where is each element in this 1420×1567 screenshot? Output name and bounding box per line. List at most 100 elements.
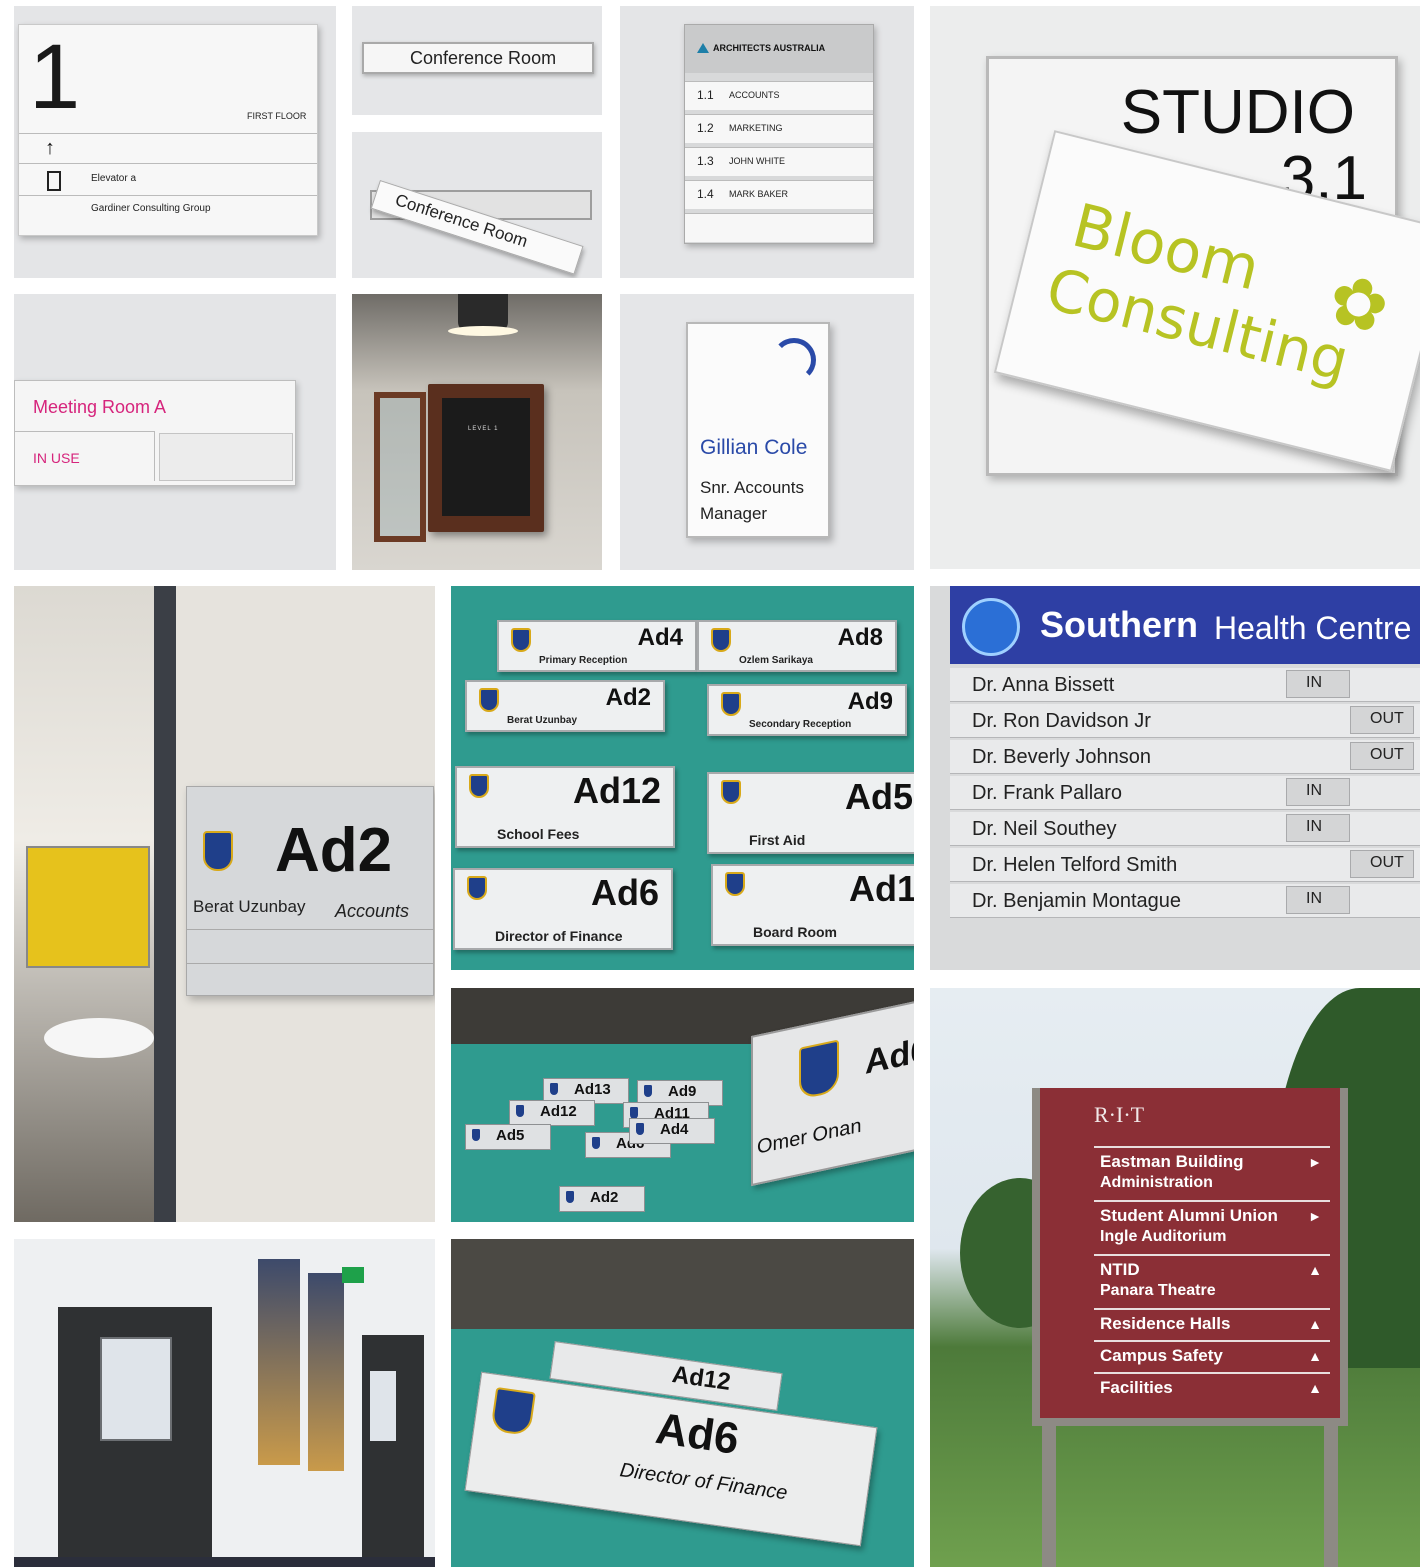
letterboard: LEVEL 1 <box>442 398 530 516</box>
ad-sign-sub: Board Room <box>753 924 837 940</box>
rit-sign-panel: R·I·T Eastman Building Administration ► Stu… <box>1032 1088 1348 1426</box>
warehouse-background <box>451 1239 914 1329</box>
rit-entry: NTID Panara Theatre ▲ <box>1094 1254 1330 1310</box>
banner <box>308 1273 344 1471</box>
row-name: MARKETING <box>729 123 783 133</box>
ad-sign-sub: Ozlem Sarikaya <box>739 655 813 666</box>
crest-logo-icon <box>644 1085 652 1097</box>
blank-row <box>685 213 873 242</box>
doctor-row: Dr. Anna Bissett IN <box>950 668 1420 702</box>
crest-logo-icon <box>566 1191 574 1203</box>
conference-label: Conference Room <box>410 48 557 68</box>
rit-entry: Facilities ▲ <box>1094 1372 1330 1406</box>
person-role-line1: Snr. Accounts <box>700 478 804 497</box>
ad-sign: Ad12 School Fees <box>455 766 675 848</box>
name-plate: Gillian Cole Snr. Accounts Manager <box>686 322 830 538</box>
arrow-right-icon: ► <box>1308 1154 1322 1170</box>
door-right <box>362 1335 424 1567</box>
doctor-name: Dr. Neil Southey <box>972 818 1117 840</box>
directory-row: 1.3 JOHN WHITE <box>685 147 873 176</box>
ad6-code: Ad6 <box>652 1403 742 1464</box>
desk-sign-code: Ad2 <box>590 1189 619 1206</box>
row-name: MARK BAKER <box>729 189 789 199</box>
photo-meeting-room-sign: Meeting Room A IN USE <box>14 294 336 570</box>
row-name: ACCOUNTS <box>729 90 780 100</box>
crest-logo-icon <box>516 1105 524 1117</box>
ad2-code: Ad2 <box>275 816 393 885</box>
rit-entry: Campus Safety ▲ <box>1094 1340 1330 1374</box>
rit-entry-title: Residence Halls <box>1100 1314 1231 1333</box>
exit-sign <box>342 1267 364 1283</box>
directory-row: 1.2 MARKETING <box>685 114 873 143</box>
person-name: Gillian Cole <box>700 436 808 459</box>
globe-logo-icon <box>962 598 1020 656</box>
door-window <box>100 1337 172 1441</box>
flower-logo-icon: ✿ <box>1320 258 1397 349</box>
doctor-row: Dr. Benjamin Montague IN <box>950 884 1420 918</box>
sign-post-right <box>1324 1408 1338 1567</box>
ad-sign-code: Ad1 <box>848 868 914 909</box>
doctor-name: Dr. Beverly Johnson <box>972 746 1151 768</box>
ad-sign-sub: Secondary Reception <box>749 719 852 730</box>
doctor-name: Dr. Anna Bissett <box>972 674 1115 696</box>
photo-gillian-cole-sign: Gillian Cole Snr. Accounts Manager <box>620 294 914 570</box>
crest-logo-icon <box>203 831 233 871</box>
doctor-row: Dr. Frank Pallaro IN <box>950 776 1420 810</box>
doctor-status: OUT <box>1370 710 1404 727</box>
doctor-row: Dr. Beverly Johnson OUT <box>950 740 1420 774</box>
directory-row: 1.1 ACCOUNTS <box>685 81 873 110</box>
directory-plate: 1 FIRST FLOOR ↑ Elevator a Gardiner Cons… <box>18 24 318 236</box>
ad6-plate: Ad6 Director of Finance <box>464 1371 878 1547</box>
arrow-right-icon: ► <box>1308 1208 1322 1224</box>
crest-logo-icon <box>469 774 489 798</box>
directory-header: ARCHITECTS AUSTRALIA <box>685 25 873 73</box>
doctor-name: Dr. Helen Telford Smith <box>972 854 1178 876</box>
divider <box>187 929 433 930</box>
ad-sign-code: Ad8 <box>837 624 883 651</box>
rit-entry: Residence Halls ▲ <box>1094 1308 1330 1342</box>
floor <box>14 1557 435 1567</box>
floor-label: FIRST FLOOR <box>247 111 307 121</box>
ad-sign: Ad2 Berat Uzunbay <box>465 680 665 732</box>
crest-logo-icon <box>490 1386 536 1437</box>
arrow-up-icon: ▲ <box>1308 1262 1322 1278</box>
doctor-row: Dr. Ron Davidson Jr OUT <box>950 704 1420 738</box>
crest-logo-icon <box>467 876 487 900</box>
rit-entry-title: Facilities <box>1100 1378 1173 1397</box>
doctor-name: Dr. Frank Pallaro <box>972 782 1123 804</box>
crest-logo-icon <box>592 1137 600 1149</box>
ad-sign: Ad8 Ozlem Sarikaya <box>697 620 897 672</box>
doctor-name: Dr. Benjamin Montague <box>972 890 1182 912</box>
centre-title-bold: Southern <box>1040 604 1198 645</box>
lamp-glow <box>448 326 518 336</box>
row-number: 1.2 <box>697 121 714 135</box>
ad-sign-code: Ad6 <box>590 872 659 913</box>
banner <box>258 1259 300 1465</box>
status-text: IN USE <box>33 450 80 466</box>
elevator-icon <box>47 171 61 191</box>
ad-sign-sub: School Fees <box>497 826 580 842</box>
desk-sign: Ad5 <box>465 1124 551 1150</box>
arrow-up-icon: ▲ <box>1308 1316 1322 1332</box>
letterboard-heading: LEVEL 1 <box>468 426 499 432</box>
company-title: ARCHITECTS AUSTRALIA <box>713 43 826 53</box>
ad-sign: Ad5 First Aid <box>707 772 914 854</box>
arrow-up-icon: ▲ <box>1308 1348 1322 1364</box>
ad2-plate: Ad2 Berat Uzunbay Accounts <box>186 786 434 996</box>
doctor-status: IN <box>1306 674 1322 691</box>
round-table <box>44 1018 154 1058</box>
directory-row: 1.4 MARK BAKER <box>685 180 873 209</box>
rit-entry-title: Eastman Building <box>1100 1152 1244 1171</box>
meeting-plate: Meeting Room A IN USE <box>14 380 296 486</box>
crest-logo-icon <box>721 780 741 804</box>
desk-sign-code: Ad13 <box>574 1081 611 1098</box>
big-ad6-code: Ad6 <box>865 1030 914 1082</box>
ad-sign-sub: Berat Uzunbay <box>507 715 578 726</box>
ad-sign-code: Ad12 <box>572 770 661 811</box>
floor-number: 1 <box>29 26 81 128</box>
ad12-code: Ad12 <box>670 1360 733 1396</box>
rit-entry-title: NTID <box>1100 1260 1140 1279</box>
photo-conference-sign-insert: Conference Room <box>352 132 602 278</box>
studio-label: STUDIO <box>1120 78 1355 147</box>
ad-sign: Ad6 Director of Finance <box>453 868 673 950</box>
